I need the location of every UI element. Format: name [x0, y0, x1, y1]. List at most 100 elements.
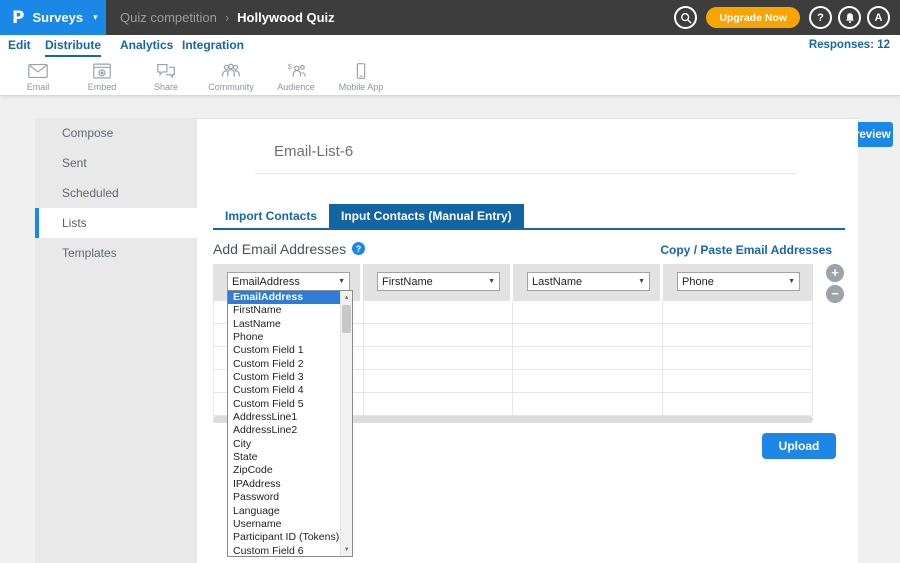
dropdown-option[interactable]: ZipCode [228, 464, 340, 477]
nav-edit[interactable]: Edit [8, 35, 31, 57]
toolbar-item-label: Community [208, 82, 254, 92]
notifications-button[interactable] [838, 6, 861, 29]
dropdown-option[interactable]: Language [228, 505, 340, 518]
contact-cell[interactable] [663, 301, 813, 323]
dropdown-option[interactable]: Password [228, 491, 340, 504]
chevron-down-icon: ▾ [93, 12, 98, 23]
scroll-up-icon[interactable]: ▲ [341, 291, 352, 304]
sidebar-item-scheduled[interactable]: Scheduled [35, 178, 197, 208]
contact-cell[interactable] [513, 370, 663, 392]
dropdown-option[interactable]: Custom Field 4 [228, 384, 340, 397]
dropdown-option[interactable]: IPAddress [228, 478, 340, 491]
column-select-value: LastName [528, 276, 638, 288]
breadcrumb-parent[interactable]: Quiz competition [120, 10, 217, 25]
sidebar-item-templates[interactable]: Templates [35, 238, 197, 268]
tab-import-contacts[interactable]: Import Contacts [213, 204, 329, 228]
upgrade-now-button[interactable]: Upgrade Now [706, 7, 800, 28]
breadcrumb: Quiz competition › Hollywood Quiz [120, 0, 335, 35]
dropdown-option[interactable]: AddressLine1 [228, 411, 340, 424]
dropdown-option[interactable]: Username [228, 518, 340, 531]
toolbar-item-embed[interactable]: Embed [70, 62, 134, 92]
contact-cell[interactable] [364, 393, 514, 415]
contact-cell[interactable] [513, 324, 663, 346]
toolbar-item-label: Embed [88, 82, 117, 92]
column-select-value: EmailAddress [228, 276, 338, 288]
field-dropdown-open: EmailAddressFirstNameLastNamePhoneCustom… [227, 290, 353, 557]
dropdown-option[interactable]: AddressLine2 [228, 424, 340, 437]
dropdown-option[interactable]: Custom Field 2 [228, 358, 340, 371]
upload-button[interactable]: Upload [762, 433, 836, 459]
lists-panel: Email-List-6 Import Contacts Input Conta… [197, 118, 858, 563]
toolbar-item-community[interactable]: Community [199, 62, 263, 92]
avatar[interactable]: A [867, 6, 890, 29]
toolbar-item-share[interactable]: Share [134, 62, 198, 92]
column-header-lastname: LastName ▼ [513, 264, 663, 301]
dropdown-option[interactable]: Phone [228, 331, 340, 344]
add-row-button[interactable]: + [826, 264, 844, 282]
search-button[interactable] [674, 6, 697, 29]
contact-cell[interactable] [364, 324, 514, 346]
dropdown-scrollbar-thumb[interactable] [342, 305, 351, 333]
help-tooltip-icon[interactable]: ? [352, 242, 365, 255]
breadcrumb-current: Hollywood Quiz [237, 10, 335, 25]
dropdown-option[interactable]: FirstName [228, 304, 340, 317]
nav-distribute[interactable]: Distribute [45, 35, 101, 57]
sidebar-item-lists[interactable]: Lists [35, 208, 197, 238]
toolbar-item-email[interactable]: Email [6, 62, 70, 92]
nav-analytics[interactable]: Analytics [120, 35, 173, 57]
section-header-row: Add Email Addresses ? Copy / Paste Email… [213, 241, 835, 261]
copy-paste-email-addresses-link[interactable]: Copy / Paste Email Addresses [660, 243, 832, 257]
contact-cell[interactable] [663, 393, 813, 415]
column-select-phone[interactable]: Phone ▼ [677, 272, 800, 291]
row-stepper: + − [826, 264, 844, 303]
contact-cell[interactable] [513, 301, 663, 323]
column-select-emailaddress[interactable]: EmailAddress ▼ [227, 272, 350, 291]
contact-cell[interactable] [513, 347, 663, 369]
column-header-phone: Phone ▼ [663, 264, 813, 301]
contact-cell[interactable] [513, 393, 663, 415]
help-button[interactable]: ? [809, 6, 832, 29]
contact-cell[interactable] [663, 370, 813, 392]
add-email-addresses-heading: Add Email Addresses [213, 241, 346, 257]
dropdown-option[interactable]: Participant ID (Tokens) [228, 531, 340, 544]
contact-cell[interactable] [663, 347, 813, 369]
dropdown-option[interactable]: Custom Field 5 [228, 398, 340, 411]
toolbar-item-label: Email [27, 82, 50, 92]
tab-underline [213, 228, 845, 230]
toolbar-item-label: Share [154, 82, 178, 92]
contact-cell[interactable] [364, 370, 514, 392]
dropdown-option[interactable]: Custom Field 6 [228, 545, 340, 558]
dropdown-option[interactable]: State [228, 451, 340, 464]
responses-count[interactable]: Responses: 12 [809, 39, 890, 51]
sidebar-item-compose[interactable]: Compose [35, 118, 197, 148]
contact-cell[interactable] [663, 324, 813, 346]
app-window: P Surveys ▾ Quiz competition › Hollywood… [0, 0, 900, 563]
mobile-app-icon [350, 62, 372, 80]
toolbar-item-mobile-app[interactable]: Mobile App [329, 62, 393, 92]
dropdown-option[interactable]: Custom Field 1 [228, 344, 340, 357]
column-select-firstname[interactable]: FirstName ▼ [377, 272, 500, 291]
distribute-sidebar: Compose Sent Scheduled Lists Templates [35, 118, 197, 563]
column-select-value: FirstName [378, 276, 488, 288]
sidebar-item-sent[interactable]: Sent [35, 148, 197, 178]
distribute-toolbar: Email Embed Share Community $ Audience M… [0, 58, 900, 96]
column-select-lastname[interactable]: LastName ▼ [527, 272, 650, 291]
remove-row-button[interactable]: − [826, 285, 844, 303]
dropdown-scrollbar[interactable]: ▲ ▼ [340, 291, 352, 556]
share-icon [155, 62, 177, 80]
nav-integration[interactable]: Integration [182, 35, 244, 57]
contact-cell[interactable] [364, 301, 514, 323]
dropdown-option[interactable]: EmailAddress [228, 291, 340, 304]
top-bar: P Surveys ▾ Quiz competition › Hollywood… [0, 0, 900, 35]
contact-cell[interactable] [364, 347, 514, 369]
chevron-down-icon: ▼ [788, 278, 799, 285]
dropdown-option[interactable]: Custom Field 3 [228, 371, 340, 384]
tab-input-contacts-manual-entry[interactable]: Input Contacts (Manual Entry) [329, 204, 524, 228]
toolbar-item-audience[interactable]: $ Audience [264, 62, 328, 92]
dropdown-option[interactable]: LastName [228, 318, 340, 331]
field-dropdown-options: EmailAddressFirstNameLastNamePhoneCustom… [228, 291, 340, 556]
surveys-menu[interactable]: P Surveys ▾ [0, 0, 106, 35]
scroll-down-icon[interactable]: ▼ [341, 543, 352, 556]
dropdown-option[interactable]: City [228, 438, 340, 451]
email-list-title: Email-List-6 [274, 143, 353, 160]
